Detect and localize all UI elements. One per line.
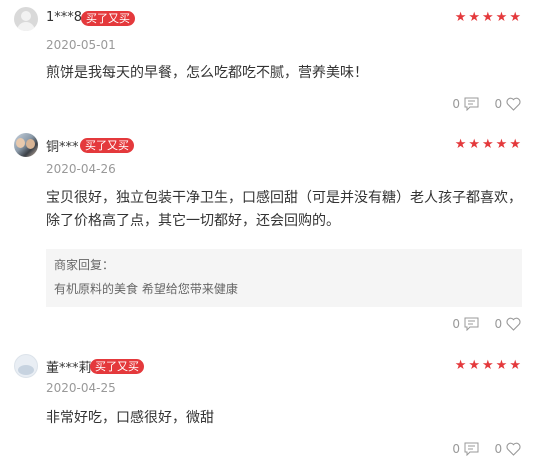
review-item: 董***莉 买了又买 ★★★★★ 2020-04-25 非常好吃，口感很好，微甜… (0, 340, 537, 459)
review-actions: 0 0 (452, 95, 521, 111)
merchant-reply: 商家回复： 有机原料的美食 希望给您带来健康 (46, 249, 522, 307)
review-content-line: 非常好吃，口感很好，微甜 (46, 410, 214, 426)
avatar[interactable] (14, 133, 38, 157)
review-actions: 0 0 (452, 440, 521, 456)
comment-count: 0 (452, 96, 461, 111)
review-actions: 0 0 (452, 315, 521, 331)
review-content: 宝贝很好，独立包装干净卫生，口感回甜（可是并没有糖）老人孩子都喜欢， 除了价格高… (46, 187, 526, 233)
review-content-line: 煎饼是我每天的早餐，怎么吃都吃不腻，营养美味！ (46, 65, 368, 81)
avatar[interactable] (14, 7, 38, 31)
like-count: 0 (494, 441, 503, 456)
review-item: 铜*** 买了又买 ★★★★★ 2020-04-26 宝贝很好，独立包装干净卫生… (0, 120, 537, 340)
heart-icon[interactable] (506, 317, 521, 331)
rating-stars: ★★★★★ (454, 10, 523, 25)
comment-icon[interactable] (464, 317, 479, 331)
review-content: 非常好吃，口感很好，微甜 (46, 407, 526, 430)
rating-stars: ★★★★★ (454, 358, 523, 373)
heart-icon[interactable] (506, 442, 521, 456)
comment-count: 0 (452, 441, 461, 456)
repurchase-badge: 买了又买 (81, 11, 135, 26)
rating-stars: ★★★★★ (454, 137, 523, 152)
review-date: 2020-04-26 (46, 162, 116, 176)
comment-count: 0 (452, 316, 461, 331)
like-count: 0 (494, 96, 503, 111)
review-date: 2020-04-25 (46, 381, 116, 395)
reply-text: 有机原料的美食 希望给您带来健康 (54, 282, 238, 296)
repurchase-badge: 买了又买 (80, 138, 134, 153)
review-content-line: 除了价格高了点，其它一切都好，还会回购的。 (46, 213, 340, 229)
avatar[interactable] (14, 354, 38, 378)
review-date: 2020-05-01 (46, 38, 116, 52)
review-content-line: 宝贝很好，独立包装干净卫生，口感回甜（可是并没有糖）老人孩子都喜欢， (46, 190, 522, 206)
comment-icon[interactable] (464, 442, 479, 456)
username[interactable]: 铜*** (46, 136, 79, 155)
heart-icon[interactable] (506, 97, 521, 111)
review-content: 煎饼是我每天的早餐，怎么吃都吃不腻，营养美味！ (46, 62, 526, 85)
reply-label: 商家回复： (54, 258, 115, 272)
username[interactable]: 1***8 (46, 10, 82, 25)
review-item: 1***8 买了又买 ★★★★★ 2020-05-01 煎饼是我每天的早餐，怎么… (0, 0, 537, 120)
comment-icon[interactable] (464, 97, 479, 111)
username[interactable]: 董***莉 (46, 357, 92, 376)
repurchase-badge: 买了又买 (90, 359, 144, 374)
like-count: 0 (494, 316, 503, 331)
